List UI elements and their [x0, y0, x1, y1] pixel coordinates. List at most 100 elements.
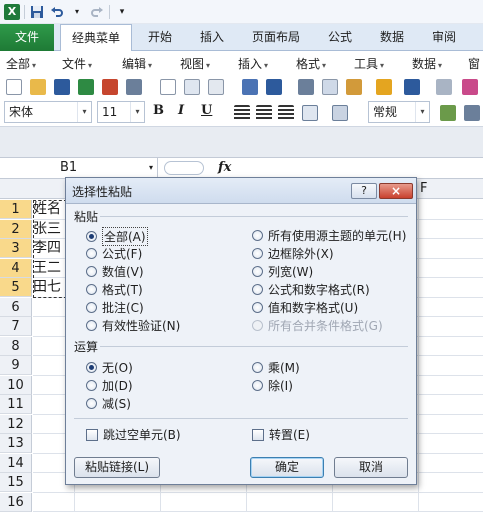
print-preview-icon[interactable] [184, 79, 200, 95]
paste-column-widths-radio[interactable]: 列宽(W) [252, 263, 313, 280]
redo-icon[interactable] [89, 4, 105, 20]
save-icon[interactable] [29, 4, 45, 20]
menu-insert[interactable]: 插入 ▾ [238, 55, 268, 72]
email-icon[interactable] [208, 79, 224, 95]
align-right-icon[interactable] [278, 105, 294, 121]
paste-comments-radio[interactable]: 批注(C) [86, 299, 144, 316]
font-name-select[interactable]: 宋体 ▾ [4, 101, 92, 123]
operation-subtract-radio[interactable]: 减(S) [86, 395, 131, 412]
close-button[interactable]: × [379, 183, 413, 199]
menu-window[interactable]: 窗 [468, 55, 480, 72]
menu-tools[interactable]: 工具 ▾ [354, 55, 384, 72]
paste-link-button[interactable]: 粘贴链接(L) [74, 457, 160, 478]
insert-function-icon[interactable]: fx [218, 158, 231, 178]
paste-source-theme-radio[interactable]: 所有使用源主题的单元(H) [252, 227, 406, 244]
row-header[interactable]: 5 [0, 278, 32, 297]
menu-all[interactable]: 全部 ▾ [6, 55, 36, 72]
row-header[interactable]: 16 [0, 492, 32, 512]
tab-review[interactable]: 审阅 [424, 24, 464, 51]
currency-format-icon[interactable] [440, 105, 456, 121]
undo-icon[interactable] [49, 4, 65, 20]
hyperlink-icon[interactable] [462, 79, 478, 95]
percent-format-icon[interactable] [464, 105, 480, 121]
row-header[interactable]: 6 [0, 297, 32, 317]
ok-button[interactable]: 确定 [250, 457, 324, 478]
help-button[interactable]: ? [351, 183, 377, 199]
wrap-text-icon[interactable] [332, 105, 348, 121]
undo-dropdown-icon[interactable]: ▾ [69, 4, 85, 20]
row-header[interactable]: 3 [0, 239, 32, 258]
formula-bar-resize-handle[interactable] [164, 161, 204, 175]
tab-formulas[interactable]: 公式 [320, 24, 360, 51]
pdf-icon[interactable] [102, 79, 118, 95]
cancel-button[interactable]: 取消 [334, 457, 408, 478]
copy-icon[interactable] [322, 79, 338, 95]
redo-icon[interactable] [436, 79, 452, 95]
menu-file[interactable]: 文件 ▾ [62, 55, 92, 72]
spelling-icon[interactable] [242, 79, 258, 95]
menu-data[interactable]: 数据 ▾ [412, 55, 442, 72]
menu-edit[interactable]: 编辑 ▾ [122, 55, 152, 72]
tab-classic-menu[interactable]: 经典菜单 [60, 24, 132, 52]
radio-icon [252, 248, 263, 259]
research-icon[interactable] [266, 79, 282, 95]
format-painter-icon[interactable] [376, 79, 392, 95]
open-folder-icon[interactable] [30, 79, 46, 95]
skip-blanks-checkbox[interactable]: 跳过空单元(B) [86, 426, 181, 443]
row-header[interactable]: 13 [0, 434, 32, 453]
excel-save-icon[interactable] [78, 79, 94, 95]
row-header[interactable]: 8 [0, 336, 32, 356]
permission-icon[interactable] [126, 79, 142, 95]
customize-toolbar-icon[interactable]: ▾ [114, 4, 130, 20]
number-format-select[interactable]: 常规 ▾ [368, 101, 430, 123]
italic-button[interactable]: I [178, 103, 184, 118]
operation-divide-radio[interactable]: 除(I) [252, 377, 293, 394]
align-center-icon[interactable] [256, 105, 272, 121]
tab-home[interactable]: 开始 [140, 24, 180, 51]
paste-validation-radio[interactable]: 有效性验证(N) [86, 317, 180, 334]
row-header[interactable]: 12 [0, 414, 32, 434]
row-header[interactable]: 1 [0, 200, 32, 219]
operation-add-radio[interactable]: 加(D) [86, 377, 133, 394]
paste-all-radio[interactable]: 全部(A) [86, 227, 148, 246]
section-divider [74, 418, 408, 419]
row-header[interactable]: 2 [0, 219, 32, 239]
new-document-icon[interactable] [6, 79, 22, 95]
operation-none-radio[interactable]: 无(O) [86, 359, 133, 376]
underline-button[interactable]: U [201, 103, 212, 118]
operation-multiply-radio[interactable]: 乘(M) [252, 359, 300, 376]
menu-view[interactable]: 视图 ▾ [180, 55, 210, 72]
menu-format[interactable]: 格式 ▾ [296, 55, 326, 72]
bold-button[interactable]: B [153, 103, 164, 118]
cut-icon[interactable] [298, 79, 314, 95]
row-header[interactable]: 4 [0, 258, 32, 278]
paste-formulas-number-formats-radio[interactable]: 公式和数字格式(R) [252, 281, 370, 298]
paste-values-radio[interactable]: 数值(V) [86, 263, 144, 280]
paste-icon[interactable] [346, 79, 362, 95]
paste-values-number-formats-radio[interactable]: 值和数字格式(U) [252, 299, 358, 316]
paste-formulas-radio[interactable]: 公式(F) [86, 245, 142, 262]
dialog-title-bar[interactable]: 选择性粘贴 ? × [66, 178, 416, 204]
name-box[interactable]: B1 ▾ [0, 158, 158, 178]
row-header[interactable]: 11 [0, 395, 32, 414]
row-header[interactable]: 9 [0, 356, 32, 375]
font-size-select[interactable]: 11 ▾ [97, 101, 145, 123]
row-header[interactable]: 14 [0, 453, 32, 473]
save-icon[interactable] [54, 79, 70, 95]
transpose-checkbox[interactable]: 转置(E) [252, 426, 310, 443]
align-left-icon[interactable] [234, 105, 250, 121]
print-icon[interactable] [160, 79, 176, 95]
tab-page-layout[interactable]: 页面布局 [246, 24, 306, 51]
undo-icon[interactable] [404, 79, 420, 95]
ribbon-tabs: 文件 经典菜单 开始 插入 页面布局 公式 数据 审阅 [0, 24, 483, 52]
row-header[interactable]: 10 [0, 375, 32, 395]
tab-file[interactable]: 文件 [0, 24, 54, 51]
row-header[interactable]: 15 [0, 473, 32, 492]
tab-data[interactable]: 数据 [372, 24, 412, 51]
tab-insert[interactable]: 插入 [192, 24, 232, 51]
paste-formats-radio[interactable]: 格式(T) [86, 281, 143, 298]
row-header[interactable]: 7 [0, 317, 32, 336]
paste-no-borders-radio[interactable]: 边框除外(X) [252, 245, 334, 262]
column-header-f[interactable]: F [420, 181, 427, 196]
merge-center-icon[interactable] [302, 105, 318, 121]
